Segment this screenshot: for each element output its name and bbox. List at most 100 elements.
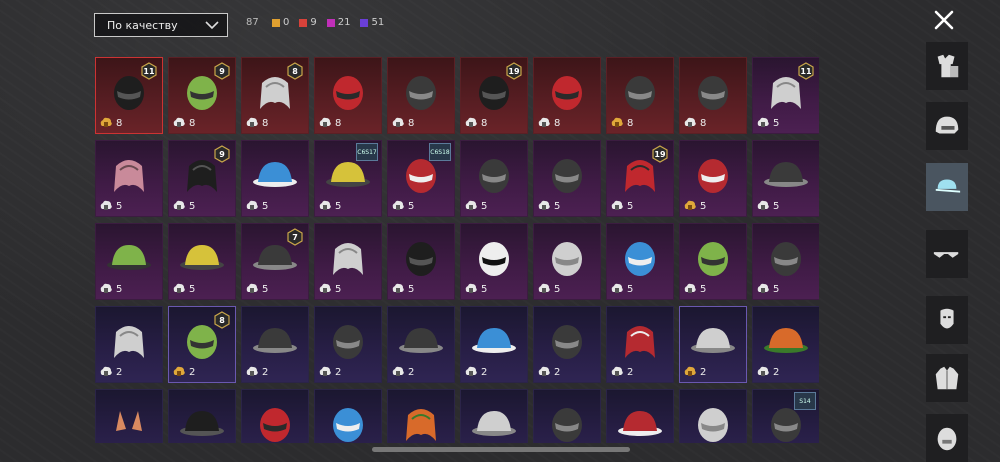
item-card[interactable]: 8 xyxy=(606,57,674,134)
item-card[interactable] xyxy=(460,389,528,443)
sheep-head-icon xyxy=(542,235,592,285)
category-tab-outfit[interactable] xyxy=(926,42,968,90)
rarity-count: 21 xyxy=(326,17,350,28)
item-card[interactable]: 2 xyxy=(606,306,674,383)
sort-dropdown[interactable]: По качеству xyxy=(94,13,228,37)
item-card[interactable] xyxy=(606,389,674,443)
category-tab-jacket[interactable] xyxy=(926,354,968,402)
coin-icon xyxy=(465,117,477,127)
item-card[interactable]: 19 8 xyxy=(460,57,528,134)
item-card[interactable]: 2 xyxy=(314,306,382,383)
rarity-swatch xyxy=(326,18,335,27)
close-button[interactable] xyxy=(930,6,958,34)
item-card[interactable] xyxy=(533,389,601,443)
helmet-cricket-icon xyxy=(323,401,373,443)
coin-icon xyxy=(392,366,404,376)
level-badge-value: 9 xyxy=(219,66,225,76)
item-count: 2 xyxy=(99,366,122,378)
skull-mask-icon xyxy=(688,69,738,119)
item-card[interactable]: 8 xyxy=(679,57,747,134)
item-card[interactable]: 2 xyxy=(460,306,528,383)
rarity-swatch xyxy=(360,18,369,27)
category-tab-mask[interactable] xyxy=(926,296,968,344)
item-count: 8 xyxy=(683,117,706,129)
item-card[interactable]: 7 5 xyxy=(241,223,309,300)
item-card[interactable]: 8 8 xyxy=(241,57,309,134)
item-card[interactable]: 2 xyxy=(387,306,455,383)
beanie-scarf-icon xyxy=(396,318,446,368)
item-count: 8 xyxy=(464,117,487,129)
item-card[interactable]: 5 xyxy=(95,140,163,217)
item-card[interactable]: 5 xyxy=(606,223,674,300)
item-card[interactable]: C6S17 5 xyxy=(314,140,382,217)
item-card[interactable]: 5 xyxy=(752,140,819,217)
coin-icon xyxy=(100,366,112,376)
item-card[interactable]: 5 xyxy=(387,223,455,300)
item-card[interactable]: 9 5 xyxy=(168,140,236,217)
category-tab-helmet[interactable] xyxy=(926,102,968,150)
item-card[interactable] xyxy=(241,389,309,443)
item-card[interactable]: 5 xyxy=(679,223,747,300)
item-card[interactable]: 8 2 xyxy=(168,306,236,383)
item-count: 2 xyxy=(683,366,706,378)
item-count: 5 xyxy=(99,283,122,295)
item-card[interactable]: 2 xyxy=(95,306,163,383)
item-count-value: 8 xyxy=(554,117,561,129)
item-count: 5 xyxy=(610,283,633,295)
season-tag: C6S17 xyxy=(356,143,378,161)
item-card[interactable]: 5 xyxy=(95,223,163,300)
item-card[interactable]: 5 xyxy=(460,140,528,217)
cat-ears-icon xyxy=(104,401,154,443)
item-card[interactable] xyxy=(314,389,382,443)
item-card[interactable]: 5 xyxy=(314,223,382,300)
horn-visor-icon xyxy=(542,318,592,368)
item-card[interactable] xyxy=(387,389,455,443)
item-card[interactable]: 2 xyxy=(752,306,819,383)
category-tab-glasses[interactable] xyxy=(926,230,968,278)
item-card[interactable]: 8 xyxy=(314,57,382,134)
item-count: 2 xyxy=(537,366,560,378)
item-card[interactable]: 5 xyxy=(533,140,601,217)
item-count-value: 5 xyxy=(554,283,561,295)
item-card[interactable]: 2 xyxy=(679,306,747,383)
rarity-count-value: 9 xyxy=(310,17,317,28)
item-card[interactable]: 8 xyxy=(387,57,455,134)
item-card[interactable]: 19 5 xyxy=(606,140,674,217)
item-card[interactable]: 5 xyxy=(533,223,601,300)
category-tab-cap[interactable] xyxy=(926,163,968,211)
item-card[interactable]: C6S18 5 xyxy=(387,140,455,217)
item-card[interactable]: 11 8 xyxy=(95,57,163,134)
item-card[interactable]: 11 5 xyxy=(752,57,819,134)
item-count-value: 8 xyxy=(189,117,196,129)
item-card[interactable]: 5 xyxy=(241,140,309,217)
item-card[interactable]: 5 xyxy=(168,223,236,300)
bucket-green-icon xyxy=(104,235,154,285)
item-count-value: 5 xyxy=(481,200,488,212)
item-grid-scroll[interactable]: 11 8 9 8 8 8 8 8 19 8 8 8 8 11 5 5 9 5 5… xyxy=(95,57,819,443)
item-card[interactable] xyxy=(679,389,747,443)
item-card[interactable]: 5 xyxy=(752,223,819,300)
item-card[interactable]: 2 xyxy=(241,306,309,383)
item-card[interactable] xyxy=(95,389,163,443)
category-tab-face[interactable] xyxy=(926,414,968,462)
level-badge: 7 xyxy=(286,228,304,246)
coin-icon xyxy=(611,200,623,210)
item-card[interactable]: 2 xyxy=(533,306,601,383)
item-card[interactable]: 9 8 xyxy=(168,57,236,134)
rarity-count: 0 xyxy=(272,17,289,28)
coin-icon xyxy=(538,366,550,376)
item-count-value: 8 xyxy=(408,117,415,129)
horizontal-scrollbar[interactable] xyxy=(372,447,630,452)
item-card[interactable]: S14 xyxy=(752,389,819,443)
item-count-value: 5 xyxy=(700,283,707,295)
item-card[interactable]: 8 xyxy=(533,57,601,134)
item-count: 8 xyxy=(245,117,268,129)
close-icon xyxy=(934,10,954,30)
item-card[interactable]: 5 xyxy=(679,140,747,217)
dragon-mask-icon xyxy=(469,152,519,202)
level-badge-value: 11 xyxy=(800,66,812,76)
item-card[interactable]: 5 xyxy=(460,223,528,300)
level-badge-value: 8 xyxy=(219,315,225,325)
item-count-value: 8 xyxy=(627,117,634,129)
item-card[interactable] xyxy=(168,389,236,443)
